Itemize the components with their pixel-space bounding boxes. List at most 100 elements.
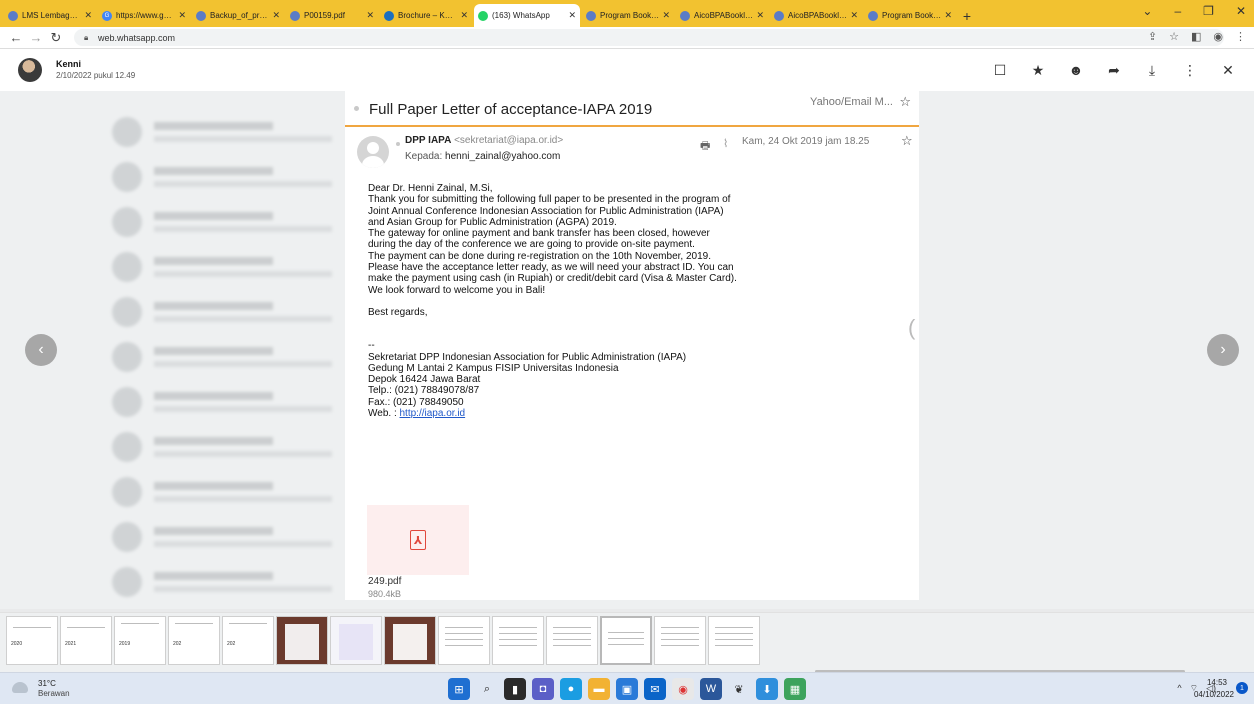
- browser-toolbar-right: ⇪ ☆ ◧ ◉ ⋮: [1148, 30, 1246, 43]
- tab-close-icon[interactable]: ✕: [850, 10, 858, 21]
- word-icon[interactable]: W: [700, 678, 722, 700]
- browser-tab[interactable]: Backup_of_prosid ✕: [192, 4, 284, 27]
- bookmark-star-icon[interactable]: ☆: [1169, 30, 1179, 43]
- tab-close-icon[interactable]: ✕: [568, 10, 576, 21]
- browser-tab[interactable]: Program Book 201✕: [864, 4, 956, 27]
- menu-icon[interactable]: ⋮: [1182, 62, 1198, 79]
- tab-close-icon[interactable]: ✕: [460, 10, 468, 21]
- media-thumbnail[interactable]: 202: [222, 616, 274, 665]
- signature-web-link: http://iapa.or.id: [399, 408, 466, 420]
- blurred-chat-row: [112, 334, 352, 379]
- tab-close-icon[interactable]: ✕: [272, 10, 280, 21]
- tab-search-chevron-icon[interactable]: ⌄: [1142, 4, 1152, 18]
- new-tab-button[interactable]: +: [958, 4, 976, 27]
- download-manager-icon[interactable]: ⬇: [756, 678, 778, 700]
- forward-icon[interactable]: ➦: [1106, 62, 1122, 79]
- browser-tab[interactable]: P00159.pdf ✕: [286, 4, 378, 27]
- browser-tab[interactable]: AicoBPABooklet20✕: [770, 4, 862, 27]
- back-arrow-icon[interactable]: ←: [6, 30, 26, 45]
- edge-icon[interactable]: ●: [560, 678, 582, 700]
- browser-tab[interactable]: Brochure – KONAS✕: [380, 4, 472, 27]
- profile-avatar-icon[interactable]: ◉: [1213, 30, 1223, 43]
- blurred-chat-list: [112, 109, 352, 604]
- clock-date[interactable]: 04/10/2022: [1194, 690, 1234, 699]
- browser-tab[interactable]: Ghttps://www.goog ✕: [98, 4, 190, 27]
- app-icon[interactable]: ❦: [728, 678, 750, 700]
- media-thumbnail[interactable]: [384, 616, 436, 665]
- browser-tab[interactable]: LMS Lembaga Adv✕: [4, 4, 96, 27]
- browser-tab-strip: LMS Lembaga Adv✕ Ghttps://www.goog✕ Back…: [0, 0, 1254, 27]
- media-thumbnail[interactable]: [708, 616, 760, 665]
- close-icon[interactable]: ✕: [1220, 62, 1236, 79]
- tab-close-icon[interactable]: ✕: [662, 10, 670, 21]
- chrome-icon[interactable]: ◉: [672, 678, 694, 700]
- image-viewer-icon[interactable]: ▦: [784, 678, 806, 700]
- forward-arrow-icon[interactable]: →: [26, 30, 46, 45]
- media-thumbnail[interactable]: [492, 616, 544, 665]
- close-window-icon[interactable]: ✕: [1236, 4, 1246, 18]
- restore-icon[interactable]: ❐: [1203, 4, 1214, 18]
- signature-web: Web. : http://iapa.or.id: [368, 408, 738, 419]
- clock-time[interactable]: 14:53: [1207, 678, 1227, 687]
- store-icon[interactable]: ▣: [616, 678, 638, 700]
- download-icon[interactable]: ⤓: [1144, 62, 1160, 79]
- react-emoji-icon[interactable]: ☻: [1068, 62, 1084, 79]
- media-thumbnail[interactable]: 2020: [6, 616, 58, 665]
- media-thumbnail[interactable]: [276, 616, 328, 665]
- task-view-icon[interactable]: ▮: [504, 678, 526, 700]
- viewer-actions: ☐ ★ ☻ ➦ ⤓ ⋮ ✕: [992, 62, 1236, 79]
- sidepanel-icon[interactable]: ◧: [1191, 30, 1201, 43]
- browser-tab[interactable]: AicoBPABooklet20✕: [676, 4, 768, 27]
- media-thumbnail[interactable]: [654, 616, 706, 665]
- next-media-button[interactable]: ›: [1207, 334, 1239, 366]
- media-thumbnail[interactable]: 202: [168, 616, 220, 665]
- browser-tab[interactable]: Program Book 201✕: [582, 4, 674, 27]
- media-viewer-header: Kenni 2/10/2022 pukul 12.49 ☐ ★ ☻ ➦ ⤓ ⋮ …: [0, 49, 1254, 91]
- unread-dot-icon: [354, 106, 359, 111]
- tab-close-icon[interactable]: ✕: [84, 10, 92, 21]
- email-body: Dear Dr. Henni Zainal, M.Si, Thank you f…: [368, 183, 738, 419]
- chat-icon[interactable]: ◘: [532, 678, 554, 700]
- notification-badge[interactable]: 1: [1236, 682, 1248, 694]
- search-icon[interactable]: ⌕: [476, 678, 498, 700]
- weather-temperature[interactable]: 31°C: [38, 679, 56, 688]
- email-folder: Yahoo/Email M...: [810, 96, 893, 108]
- mail-icon[interactable]: ✉: [644, 678, 666, 700]
- tab-close-icon[interactable]: ✕: [944, 10, 952, 21]
- chrome-favicon-icon: [8, 10, 18, 21]
- chrome-favicon-icon: [586, 10, 596, 21]
- blurred-chat-row: [112, 379, 352, 424]
- google-favicon-icon: G: [102, 10, 112, 21]
- tab-close-icon[interactable]: ✕: [756, 10, 764, 21]
- tab-close-icon[interactable]: ✕: [178, 10, 186, 21]
- previous-media-button[interactable]: ‹: [25, 334, 57, 366]
- star-outline-icon: ☆: [899, 94, 911, 109]
- tab-close-icon[interactable]: ✕: [366, 10, 374, 21]
- media-thumbnail[interactable]: [330, 616, 382, 665]
- media-thumbnail-selected[interactable]: [600, 616, 652, 665]
- go-to-message-icon[interactable]: ☐: [992, 62, 1008, 79]
- cloud-icon[interactable]: [12, 682, 28, 693]
- media-thumbnail[interactable]: [546, 616, 598, 665]
- url-field[interactable]: 🔒︎ web.whatsapp.com: [74, 29, 1224, 46]
- signature-line: Gedung M Lantai 2 Kampus FISIP Universit…: [368, 362, 619, 374]
- minimize-icon[interactable]: –: [1174, 4, 1181, 18]
- media-thumbnail[interactable]: 2021: [60, 616, 112, 665]
- signature-web-label: Web. :: [368, 408, 397, 420]
- media-thumbnail[interactable]: [438, 616, 490, 665]
- file-explorer-icon[interactable]: ▬: [588, 678, 610, 700]
- email-greeting: Dear Dr. Henni Zainal, M.Si,: [368, 183, 493, 194]
- blurred-chat-row: [112, 154, 352, 199]
- windows-start-icon[interactable]: ⊞: [448, 678, 470, 700]
- email-paragraph: Thank you for submitting the following f…: [368, 194, 731, 228]
- status-dot-icon: [396, 142, 400, 146]
- star-icon[interactable]: ★: [1030, 62, 1046, 79]
- reload-icon[interactable]: ↻: [46, 30, 66, 46]
- chevron-up-icon[interactable]: ^: [1177, 683, 1181, 694]
- email-paragraph: The payment can be done during re-regist…: [368, 250, 737, 285]
- browser-menu-icon[interactable]: ⋮: [1235, 30, 1246, 43]
- sender-avatar[interactable]: [18, 58, 42, 82]
- media-thumbnail[interactable]: 2019: [114, 616, 166, 665]
- browser-tab-active[interactable]: (163) WhatsApp ✕: [474, 4, 580, 27]
- share-icon[interactable]: ⇪: [1148, 30, 1157, 43]
